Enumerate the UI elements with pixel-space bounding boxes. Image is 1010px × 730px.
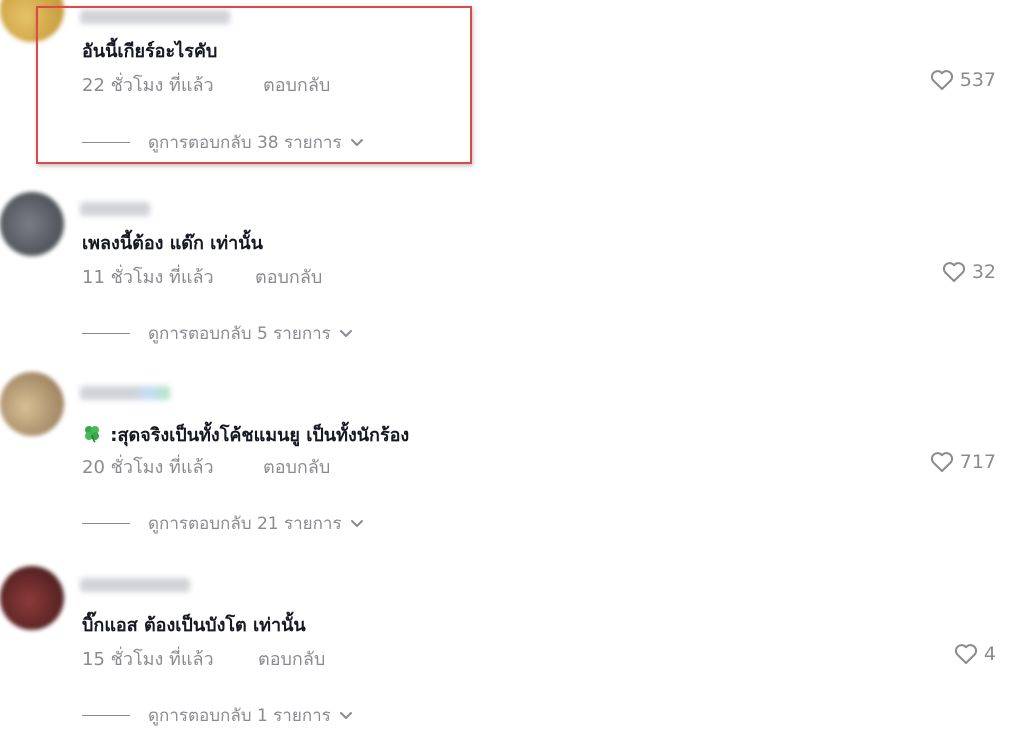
chevron-down-icon	[350, 133, 364, 153]
chevron-down-icon	[339, 706, 353, 726]
view-replies-label: ดูการตอบกลับ 5 รายการ	[148, 324, 331, 344]
comment-timestamp: 15 ชั่วโมง ที่แล้ว	[82, 649, 214, 670]
four-leaf-clover-icon	[82, 423, 102, 448]
view-replies-button[interactable]: ดูการตอบกลับ 21 รายการ	[82, 510, 364, 537]
comment-text: อันนี้เกียร์อะไรคับ	[82, 41, 218, 62]
comment-timestamp: 11 ชั่วโมง ที่แล้ว	[82, 267, 214, 288]
view-replies-label: ดูการตอบกลับ 21 รายการ	[148, 514, 342, 534]
like-count: 4	[983, 643, 996, 665]
avatar[interactable]	[0, 0, 64, 42]
username-blurred[interactable]	[80, 202, 150, 216]
heart-icon	[930, 69, 954, 91]
like-button[interactable]: 4	[954, 643, 996, 665]
comment-text-body: :สุดจริงเป็นทั้งโค้ชแมนยู เป็นทั้งนักร้อ…	[110, 425, 410, 446]
chevron-down-icon	[350, 514, 364, 534]
comment-text: เพลงนี้ต้อง แด๊ก เท่านั้น	[82, 233, 263, 254]
comment-text: :สุดจริงเป็นทั้งโค้ชแมนยู เป็นทั้งนักร้อ…	[82, 420, 409, 449]
chevron-down-icon	[339, 324, 353, 344]
like-count: 32	[971, 261, 996, 283]
like-count: 537	[959, 69, 996, 91]
like-button[interactable]: 717	[930, 451, 996, 473]
divider-line	[82, 142, 130, 143]
reply-button[interactable]: ตอบกลับ	[263, 452, 330, 481]
view-replies-button[interactable]: ดูการตอบกลับ 1 รายการ	[82, 702, 353, 729]
avatar[interactable]	[0, 372, 64, 436]
view-replies-button[interactable]: ดูการตอบกลับ 5 รายการ	[82, 320, 353, 347]
heart-icon	[930, 451, 954, 473]
reply-button[interactable]: ตอบกลับ	[258, 644, 325, 673]
divider-line	[82, 333, 130, 334]
heart-icon	[954, 643, 978, 665]
avatar[interactable]	[0, 192, 64, 256]
view-replies-button[interactable]: ดูการตอบกลับ 38 รายการ	[82, 129, 364, 156]
like-count: 717	[959, 451, 996, 473]
divider-line	[82, 523, 130, 524]
divider-line	[82, 715, 130, 716]
heart-icon	[942, 261, 966, 283]
avatar[interactable]	[0, 566, 64, 630]
comment-timestamp: 22 ชั่วโมง ที่แล้ว	[82, 75, 214, 96]
view-replies-label: ดูการตอบกลับ 38 รายการ	[148, 133, 342, 153]
reply-button[interactable]: ตอบกลับ	[263, 70, 330, 99]
username-blurred[interactable]	[80, 10, 230, 24]
username-blurred[interactable]	[80, 578, 190, 592]
like-button[interactable]: 32	[942, 261, 996, 283]
like-button[interactable]: 537	[930, 69, 996, 91]
comment-timestamp: 20 ชั่วโมง ที่แล้ว	[82, 457, 214, 478]
username-blurred[interactable]	[80, 386, 170, 400]
reply-button[interactable]: ตอบกลับ	[255, 262, 322, 291]
view-replies-label: ดูการตอบกลับ 1 รายการ	[148, 706, 331, 726]
comment-text: บิ๊กแอส ต้องเป็นบังโต เท่านั้น	[82, 615, 306, 636]
